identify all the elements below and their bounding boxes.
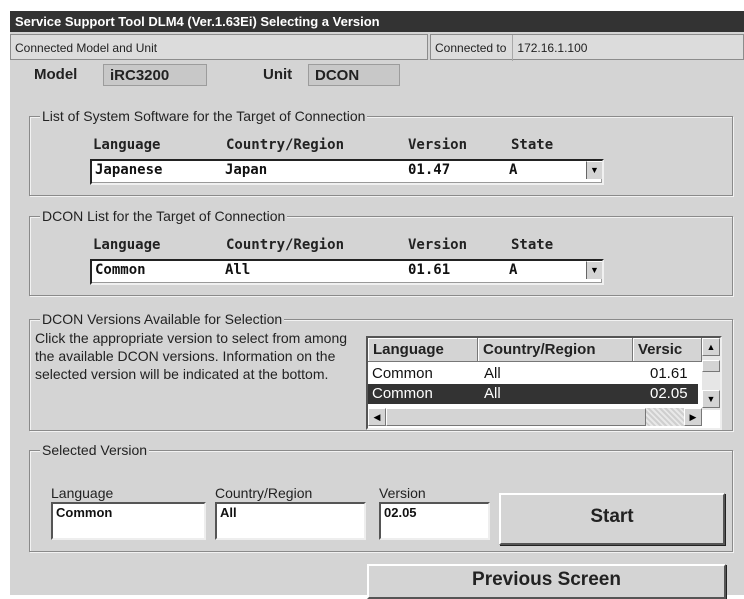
connected-model-label: Connected Model and Unit — [10, 34, 428, 60]
row-language: Common — [372, 365, 433, 382]
col-header-language[interactable]: Language — [368, 338, 478, 362]
arrow-left-icon[interactable]: ◀ — [368, 408, 386, 426]
row-country: All — [484, 365, 501, 382]
col-header-version[interactable]: Versic — [633, 338, 702, 362]
model-label: Model — [34, 66, 78, 83]
horizontal-scrollbar[interactable]: ◀ ▶ — [368, 408, 702, 426]
row-language: Common — [372, 385, 433, 402]
list-item[interactable]: Common All 01.61 — [368, 364, 698, 384]
start-button[interactable]: Start — [499, 493, 725, 545]
dcon-header-language: Language — [93, 237, 161, 253]
sys-header-state: State — [511, 137, 554, 153]
list-item-selected[interactable]: Common All 02.05 — [368, 384, 698, 404]
dcon-header-version: Version — [408, 237, 468, 253]
model-unit-row: Model iRC3200 Unit DCON — [10, 62, 432, 88]
scroll-thumb[interactable] — [702, 360, 720, 372]
selected-version-field[interactable]: 02.05 — [379, 502, 490, 540]
dcon-header-country: Country/Region — [226, 237, 345, 253]
system-software-dropdown[interactable]: Japanese Japan 01.47 A ▼ — [90, 159, 604, 185]
sys-header-country: Country/Region — [226, 137, 345, 153]
selected-language-field[interactable]: Common — [51, 502, 206, 540]
arrow-down-icon[interactable]: ▼ — [702, 390, 720, 408]
row-country: All — [484, 385, 501, 402]
dcon-country-value: All — [225, 262, 251, 278]
connected-to-field: Connected to 172.16.1.100 — [430, 34, 744, 61]
sys-version-value: 01.47 — [408, 162, 451, 178]
vertical-scrollbar[interactable]: ▲ ▼ — [702, 338, 720, 410]
connected-to-label: Connected to — [435, 41, 507, 55]
model-value: iRC3200 — [103, 64, 207, 86]
available-versions-description: Click the appropriate version to select … — [35, 330, 348, 382]
sys-country-value: Japan — [225, 162, 268, 178]
dcon-language-value: Common — [95, 262, 146, 278]
dcon-list-title: DCON List for the Target of Connection — [40, 208, 288, 224]
unit-label: Unit — [263, 66, 293, 83]
selected-country-label: Country/Region — [215, 485, 313, 501]
window-title: Service Support Tool DLM4 (Ver.1.63Ei) S… — [15, 14, 380, 29]
dcon-version-value: 01.61 — [408, 262, 451, 278]
sys-language-value: Japanese — [95, 162, 163, 178]
chevron-down-icon[interactable]: ▼ — [586, 261, 602, 279]
scroll-thumb[interactable] — [386, 408, 646, 426]
col-header-country[interactable]: Country/Region — [478, 338, 633, 362]
sys-header-version: Version — [408, 137, 468, 153]
window-title-bar: Service Support Tool DLM4 (Ver.1.63Ei) S… — [10, 11, 744, 32]
unit-value: DCON — [308, 64, 400, 86]
available-versions-group: DCON Versions Available for Selection Cl… — [29, 311, 733, 431]
selected-version-group: Selected Version Language Common Country… — [29, 442, 733, 552]
system-software-title: List of System Software for the Target o… — [40, 108, 368, 124]
system-software-group: List of System Software for the Target o… — [29, 108, 733, 196]
arrow-right-icon[interactable]: ▶ — [684, 408, 702, 426]
dcon-state-value: A — [509, 262, 518, 278]
selected-country-field[interactable]: All — [215, 502, 366, 540]
dcon-list-dropdown[interactable]: Common All 01.61 A ▼ — [90, 259, 604, 285]
arrow-up-icon[interactable]: ▲ — [702, 338, 720, 356]
selected-language-label: Language — [51, 485, 114, 501]
versions-list[interactable]: Language Country/Region Versic Common Al… — [366, 336, 722, 430]
dcon-header-state: State — [511, 237, 554, 253]
ip-address: 172.16.1.100 — [512, 35, 591, 61]
dcon-list-group: DCON List for the Target of Connection L… — [29, 208, 733, 296]
sys-state-value: A — [509, 162, 518, 178]
sys-header-language: Language — [93, 137, 161, 153]
chevron-down-icon[interactable]: ▼ — [586, 161, 602, 179]
row-version: 01.61 — [650, 365, 688, 382]
available-versions-title: DCON Versions Available for Selection — [40, 311, 285, 327]
selected-version-title: Selected Version — [40, 442, 150, 458]
previous-screen-button[interactable]: Previous Screen — [367, 564, 726, 599]
selected-version-label: Version — [379, 485, 426, 501]
row-version: 02.05 — [650, 385, 688, 402]
